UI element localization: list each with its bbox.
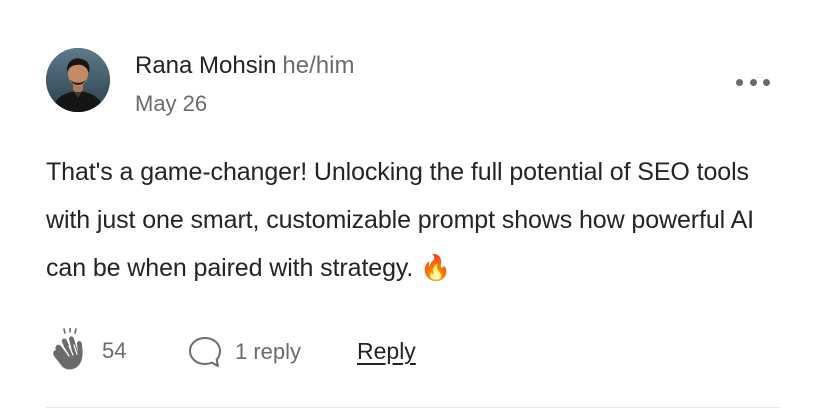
clap-count: 54 <box>102 338 127 363</box>
ellipsis-icon <box>736 78 743 86</box>
comment-text: That's a game-changer! Unlocking the ful… <box>46 158 754 282</box>
clap-button[interactable] <box>50 327 90 372</box>
avatar[interactable] <box>46 48 110 112</box>
author-pronouns: he/him <box>282 52 355 79</box>
comment-header: Rana Mohsin he/him May 26 <box>46 48 780 116</box>
divider <box>46 407 780 408</box>
author-name-line: Rana Mohsin he/him <box>135 50 354 82</box>
author-name[interactable]: Rana Mohsin <box>135 52 276 79</box>
avatar-image <box>46 48 110 112</box>
speech-bubble-icon <box>189 337 221 367</box>
more-options-button[interactable] <box>736 71 770 93</box>
comment-card: Rana Mohsin he/him May 26 That's a game-c… <box>46 0 780 418</box>
clap-icon <box>53 327 83 370</box>
show-replies-button[interactable]: 1 reply <box>187 334 301 370</box>
author-meta: Rana Mohsin he/him May 26 <box>135 50 354 118</box>
comment-actions: 54 1 reply Reply <box>46 327 780 374</box>
comment-date: May 26 <box>135 91 208 116</box>
reply-button[interactable]: Reply <box>357 336 416 366</box>
reply-count-label: 1 reply <box>235 339 302 364</box>
